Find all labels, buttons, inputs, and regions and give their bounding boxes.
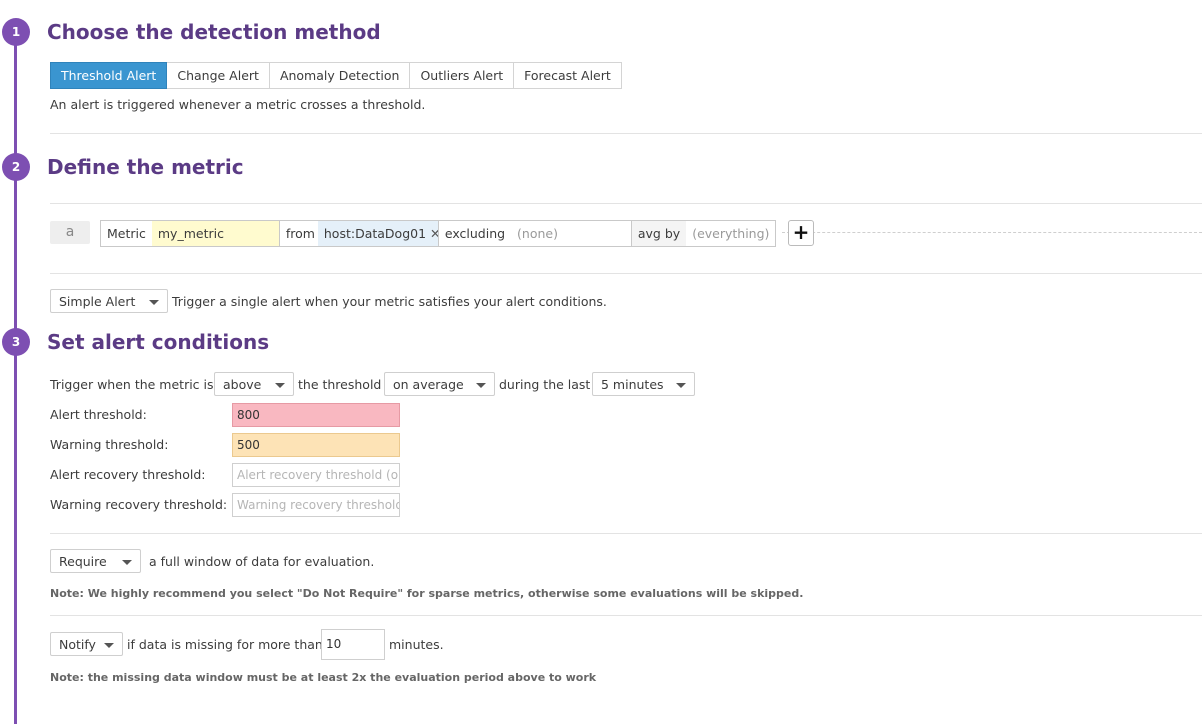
section-title-detection-method: Choose the detection method xyxy=(47,20,381,44)
divider xyxy=(50,615,1202,616)
chevron-down-icon xyxy=(122,560,132,565)
aggregation-select[interactable]: on average xyxy=(384,372,495,396)
detection-method-tabs: Threshold Alert Change Alert Anomaly Det… xyxy=(50,62,622,89)
data-window-text: a full window of data for evaluation. xyxy=(149,554,375,569)
step-1-marker: 1 xyxy=(2,18,30,46)
detection-description: An alert is triggered whenever a metric … xyxy=(50,97,426,112)
threshold-text: the threshold xyxy=(298,377,382,392)
add-query-button[interactable]: + xyxy=(788,220,814,246)
data-window-select[interactable]: Require xyxy=(50,549,141,573)
alert-type-value: Simple Alert xyxy=(59,294,136,309)
tab-threshold-alert[interactable]: Threshold Alert xyxy=(50,62,168,89)
data-window-value: Require xyxy=(59,554,107,569)
section-title-alert-conditions: Set alert conditions xyxy=(47,330,270,354)
chevron-down-icon xyxy=(676,383,686,388)
divider xyxy=(50,533,1202,534)
chevron-down-icon xyxy=(104,643,114,648)
tab-outliers-alert[interactable]: Outliers Alert xyxy=(410,62,515,89)
chevron-down-icon xyxy=(149,300,159,305)
tab-change-alert[interactable]: Change Alert xyxy=(167,62,270,89)
trigger-prefix: Trigger when the metric is xyxy=(50,377,214,392)
warning-threshold-label: Warning threshold: xyxy=(50,437,169,452)
alert-recovery-label: Alert recovery threshold: xyxy=(50,467,206,482)
alert-recovery-input[interactable]: Alert recovery threshold (optional) xyxy=(232,463,400,487)
alert-type-select[interactable]: Simple Alert xyxy=(50,289,168,313)
from-label: from xyxy=(278,221,318,246)
chevron-down-icon xyxy=(275,383,285,388)
window-value: 5 minutes xyxy=(601,377,664,392)
chevron-down-icon xyxy=(476,383,486,388)
excluding-label: excluding xyxy=(444,226,506,241)
alert-threshold-label: Alert threshold: xyxy=(50,407,147,422)
metric-label: Metric xyxy=(107,226,146,241)
alert-threshold-input[interactable]: 800 xyxy=(232,403,400,427)
missing-data-text: if data is missing for more than xyxy=(127,637,323,652)
query-letter: a xyxy=(50,221,90,244)
divider xyxy=(50,133,1202,134)
window-select[interactable]: 5 minutes xyxy=(592,372,695,396)
missing-data-select[interactable]: Notify xyxy=(50,632,123,656)
warning-threshold-input[interactable]: 500 xyxy=(232,433,400,457)
steps-rail xyxy=(14,24,17,724)
minutes-text: minutes. xyxy=(389,637,444,652)
divider xyxy=(50,273,1202,274)
excluding-value: (none) xyxy=(517,226,558,241)
step-2-marker: 2 xyxy=(2,153,30,181)
warning-recovery-label: Warning recovery threshold: xyxy=(50,497,228,512)
tab-anomaly-detection[interactable]: Anomaly Detection xyxy=(269,62,411,89)
query-builder: Metric my_metric from host:DataDog01 ✕ ex… xyxy=(100,220,777,247)
missing-data-value: Notify xyxy=(59,637,96,652)
missing-data-minutes-input[interactable]: 10 xyxy=(321,629,385,660)
excluding-field[interactable]: excluding (none) xyxy=(437,221,631,246)
warning-recovery-input[interactable]: Warning recovery threshold (optional) xyxy=(232,493,400,517)
aggregation-value: on average xyxy=(393,377,464,392)
comparison-value: above xyxy=(223,377,262,392)
during-text: during the last xyxy=(499,377,591,392)
from-tag[interactable]: host:DataDog01 ✕ xyxy=(317,221,441,246)
from-tag-label: host:DataDog01 xyxy=(323,226,427,241)
step-3-marker: 3 xyxy=(2,328,30,356)
query-connector-line xyxy=(782,232,1202,233)
avg-by-label: avg by xyxy=(630,221,687,246)
alert-type-description: Trigger a single alert when your metric … xyxy=(172,294,607,309)
missing-data-note: Note: the missing data window must be at… xyxy=(50,671,597,684)
comparison-select[interactable]: above xyxy=(214,372,294,396)
section-title-define-metric: Define the metric xyxy=(47,155,244,179)
avg-by-input[interactable]: (everything) xyxy=(686,221,775,246)
data-window-note: Note: We highly recommend you select "Do… xyxy=(50,587,804,600)
tab-forecast-alert[interactable]: Forecast Alert xyxy=(514,62,622,89)
divider xyxy=(50,203,1202,204)
metric-input[interactable]: my_metric xyxy=(151,221,279,246)
